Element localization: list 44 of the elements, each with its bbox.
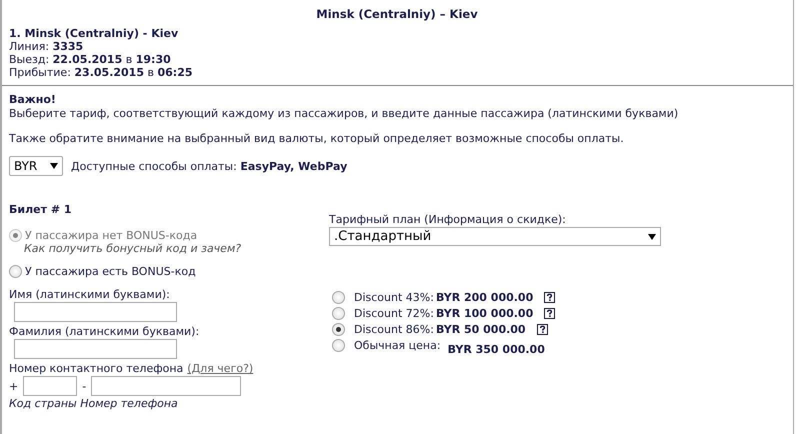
fare-price: BYR 200 000.00 xyxy=(436,291,534,304)
field-label: Имя (латинскими буквами): xyxy=(9,288,170,301)
radio-label: У пассажира есть BONUS-код xyxy=(25,265,196,278)
fare-price: BYR 350 000.00 xyxy=(448,343,545,356)
notice-text: Выберите тариф, соответствующий каждому из пассажиров, и введите данные пассажира (латинскими буквами) xyxy=(9,107,680,120)
radio-button[interactable] xyxy=(9,265,22,278)
input-field[interactable] xyxy=(14,339,177,359)
caret-icon xyxy=(50,163,58,169)
tariff-select[interactable]: .Стандартный xyxy=(329,227,661,246)
help-icon[interactable] xyxy=(536,324,548,335)
input-field[interactable] xyxy=(14,302,177,322)
country-code-field[interactable] xyxy=(23,376,78,396)
radio-button[interactable] xyxy=(332,323,345,336)
trip-detail: Выезд: 22.05.2015 в 19:30 xyxy=(9,53,172,66)
fare-label: Discount 43%: xyxy=(354,291,434,304)
dash-sign: - xyxy=(82,380,86,392)
route-title: Minsk (Centralniy) – Kiev xyxy=(315,8,479,21)
phone-number-field[interactable] xyxy=(91,376,242,396)
plus-sign: + xyxy=(9,380,18,392)
help-icon[interactable] xyxy=(544,308,556,319)
help-icon[interactable] xyxy=(544,292,556,303)
field-label: Номер контактного телефона xyxy=(9,362,184,375)
currency-select[interactable]: BYR xyxy=(9,156,63,176)
radio-button[interactable] xyxy=(332,291,345,304)
fare-price: BYR 50 000.00 xyxy=(436,323,526,336)
trip-name: 1. Minsk (Centralniy) - Kiev xyxy=(9,27,180,40)
trip-detail: Прибытие: 23.05.2015 в 06:25 xyxy=(9,66,194,79)
fare-label: Обычная цена: xyxy=(354,339,441,352)
tariff-label: Тарифный план (Информация о скидке): xyxy=(329,213,567,226)
radio-button[interactable] xyxy=(332,307,345,320)
caret-icon xyxy=(648,234,656,240)
fare-label: Discount 86%: xyxy=(354,323,434,336)
payment-methods: Доступные способы оплаты: EasyPay, WebPay xyxy=(71,160,348,172)
fare-label: Discount 72%: xyxy=(354,307,434,320)
ticket-title: Билет # 1 xyxy=(9,203,73,216)
radio-label: У пассажира нет BONUS-кода xyxy=(25,229,198,242)
fare-price: BYR 100 000.00 xyxy=(436,307,534,320)
field-label: Фамилия (латинскими буквами): xyxy=(9,325,200,338)
notice-heading: Важно! xyxy=(9,93,57,106)
currency-note: Также обратите внимание на выбранный вид валюты, который определяет возможные способы оплаты. xyxy=(9,132,625,145)
radio-button[interactable] xyxy=(332,339,345,352)
trip-detail: Линия: 3335 xyxy=(9,40,84,53)
phone-hint: Код страны Номер телефона xyxy=(9,397,178,410)
help-link[interactable]: (Для чего?) xyxy=(187,362,254,375)
